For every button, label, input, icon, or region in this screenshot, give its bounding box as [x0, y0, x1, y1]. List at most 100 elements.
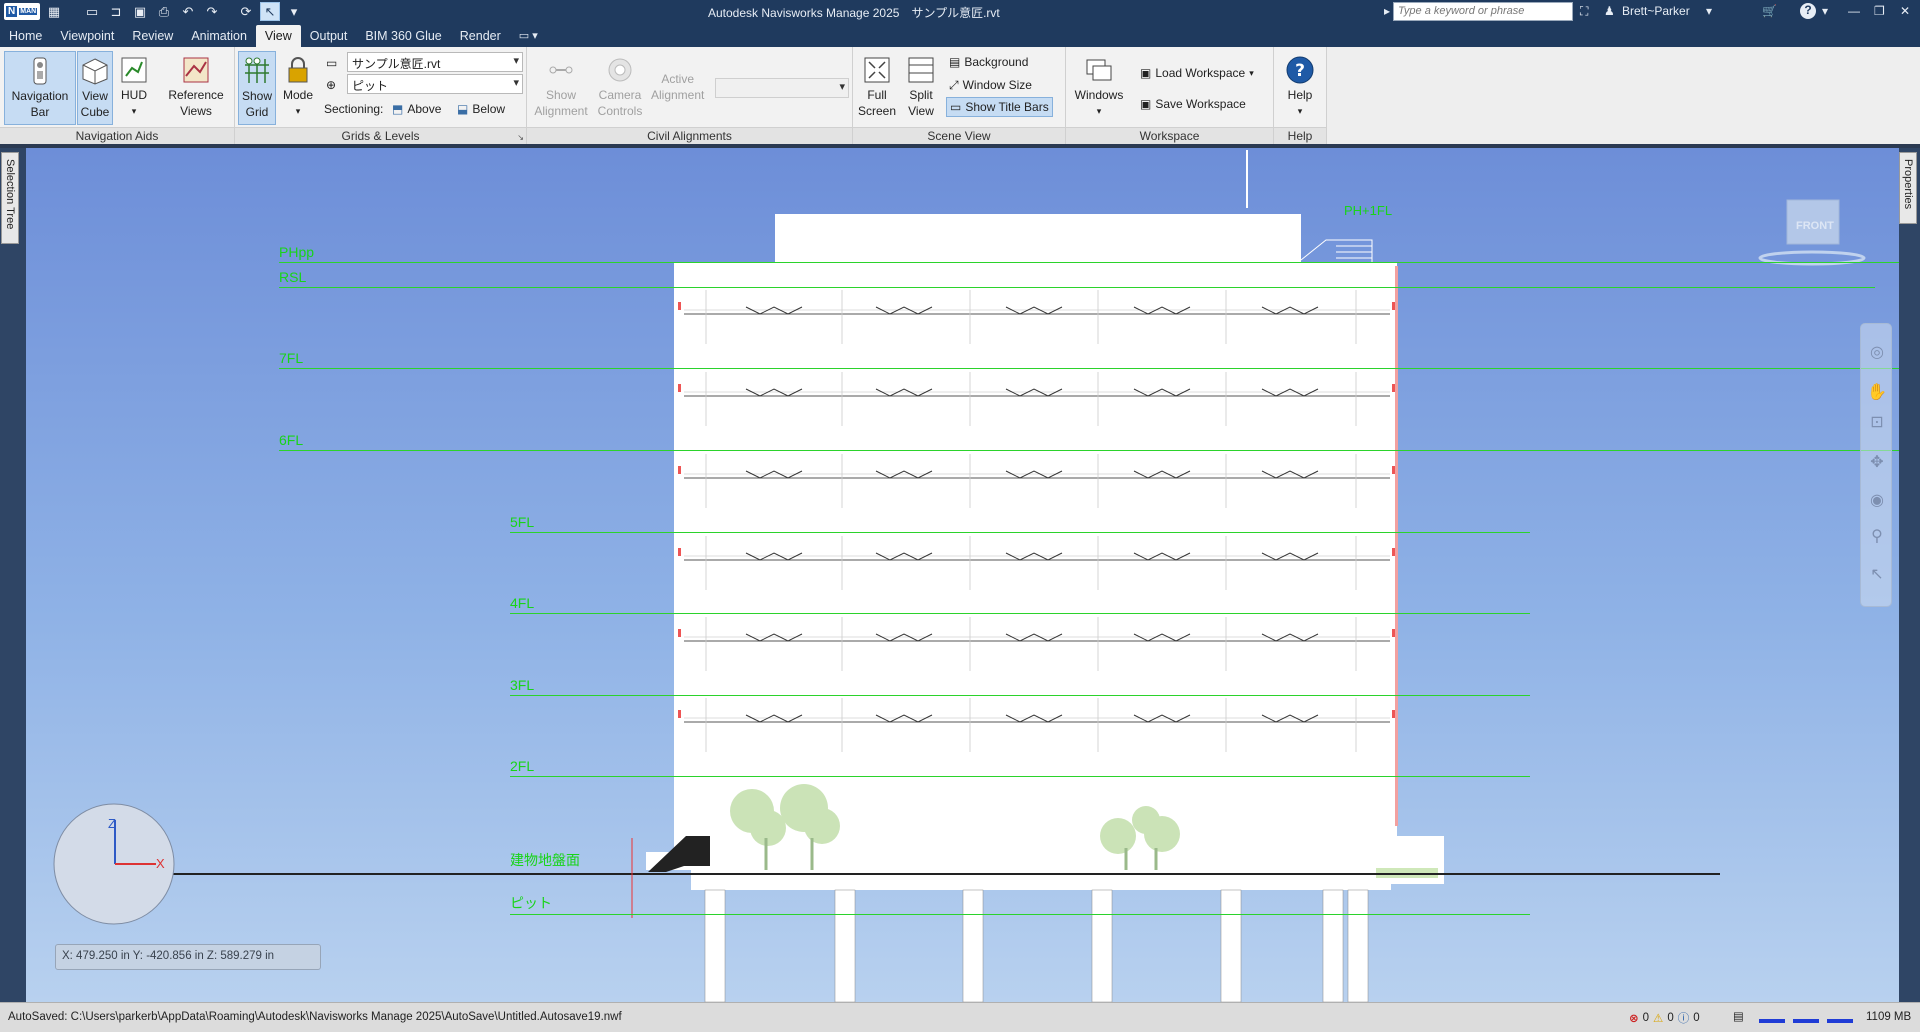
status-bar: AutoSaved: C:\Users\parkerb\AppData\Roam… [0, 1002, 1920, 1032]
level-line-5fl [510, 532, 1530, 533]
window-size-button[interactable]: ⤢ Window Size [949, 75, 1032, 95]
help-search-input[interactable]: Type a keyword or phrase [1393, 2, 1573, 21]
info-count: 0 [1693, 1012, 1700, 1024]
level-label-phpp: PHpp [279, 244, 315, 260]
split-view-button[interactable]: Split View [901, 51, 941, 125]
walk-icon[interactable]: ⚲ [1866, 526, 1888, 548]
help-dropdown-icon[interactable]: ▾ [1822, 4, 1828, 18]
windows-dropdown-icon: ▾ [1096, 106, 1102, 116]
windows-button[interactable]: Windows ▾ [1071, 51, 1127, 125]
pan-icon[interactable]: ✋ [1866, 382, 1888, 404]
sheet-browser-icon[interactable]: ▤ [1733, 1009, 1744, 1023]
restore-icon[interactable]: ❐ [1874, 4, 1885, 18]
split-view-icon [906, 55, 936, 85]
building-elevation-drawing [53, 150, 1866, 1002]
look-icon[interactable]: ◉ [1866, 490, 1888, 512]
save-workspace-label: Save Workspace [1155, 97, 1246, 111]
section-above-label: Above [407, 102, 442, 116]
save-workspace-button[interactable]: ▣ Save Workspace [1140, 94, 1246, 114]
view-cube-button[interactable]: View Cube [77, 51, 113, 125]
help-button[interactable]: ? Help ▾ [1280, 51, 1320, 125]
section-below-button[interactable]: ⬓ Below [457, 99, 505, 119]
undo-icon[interactable]: ↶ [178, 2, 198, 21]
load-workspace-button[interactable]: ▣ Load Workspace ▾ [1140, 63, 1254, 83]
level-label-4fl: 4FL [510, 595, 535, 611]
show-grid-button[interactable]: Show Grid [238, 51, 276, 125]
cart-icon[interactable]: 🛒 [1762, 4, 1777, 18]
section-above-button[interactable]: ⬒ Above [392, 99, 441, 119]
print-icon[interactable]: ⎙ [154, 2, 174, 21]
user-icon[interactable]: ♟ [1604, 4, 1615, 18]
show-title-bars-button[interactable]: ▭ Show Title Bars [946, 97, 1053, 117]
warning-icon[interactable]: ⚠ [1653, 1011, 1663, 1025]
viewcube-face-label[interactable]: FRONT [1796, 220, 1834, 232]
reference-views-button[interactable]: Reference Views [160, 51, 232, 125]
level-line-4fl [510, 613, 1530, 614]
open-file-icon[interactable]: ⊐ [106, 2, 126, 21]
tab-home[interactable]: Home [0, 25, 51, 47]
help-question-icon: ? [1285, 55, 1315, 85]
gizmo-z-label: Z [108, 816, 116, 831]
tab-viewpoint[interactable]: Viewpoint [51, 25, 123, 47]
mode-button[interactable]: Mode ▾ [279, 51, 317, 125]
show-alignment-label: Show Alignment [534, 88, 588, 118]
select-icon[interactable]: ↖ [1866, 564, 1888, 586]
user-dropdown-icon[interactable]: ▾ [1706, 4, 1712, 18]
help-icon[interactable]: ? [1800, 3, 1816, 19]
right-dock: Properties [1899, 148, 1920, 1002]
tab-output[interactable]: Output [301, 25, 357, 47]
tab-animation[interactable]: Animation [182, 25, 256, 47]
binoculars-icon[interactable]: ⛶ [1580, 4, 1588, 19]
tab-view[interactable]: View [255, 25, 301, 47]
panel-civil-alignments: Show Alignment Camera Controls Active Al… [527, 47, 853, 144]
select-cursor-icon[interactable]: ↖ [260, 2, 280, 21]
refresh-icon[interactable]: ⟳ [236, 2, 256, 21]
hud-button[interactable]: HUD ▾ [116, 51, 152, 125]
orbit-icon[interactable]: ✥ [1866, 452, 1888, 474]
search-expand-icon[interactable]: ▸ [1384, 4, 1390, 18]
app-menu-button[interactable]: N MAN [4, 3, 40, 20]
level-line-2fl [510, 776, 1530, 777]
message-counters: ⊗ 0 ⚠ 0 ⓘ 0 [1629, 1010, 1700, 1026]
info-icon[interactable]: ⓘ [1678, 1010, 1690, 1026]
panel-launcher-icon[interactable]: ↘ [517, 133, 524, 142]
save-icon[interactable]: ▣ [130, 2, 150, 21]
3d-viewport[interactable]: PHpp RSL 7FL 6FL 5FL 4FL 3FL 2FL 建物地盤面 ピ… [26, 148, 1899, 1002]
level-label-2fl: 2FL [510, 758, 535, 774]
full-screen-icon [862, 55, 892, 85]
error-icon[interactable]: ⊗ [1629, 1011, 1639, 1025]
background-button[interactable]: ▤ Background [949, 52, 1028, 72]
close-icon[interactable]: ✕ [1900, 4, 1910, 18]
view-cube-label: View Cube [80, 89, 110, 119]
reference-views-icon [181, 55, 211, 85]
steering-wheel-icon[interactable]: ◎ [1866, 342, 1888, 364]
full-screen-button[interactable]: Full Screen [857, 51, 897, 125]
minimize-icon[interactable]: — [1848, 4, 1860, 18]
hud-icon [119, 55, 149, 85]
navigation-bar-button[interactable]: Navigation Bar [4, 51, 76, 125]
customize-qat-icon[interactable]: ▾ [284, 2, 304, 21]
redo-icon[interactable]: ↷ [202, 2, 222, 21]
ribbon-options-icon[interactable]: ▭ ▾ [510, 25, 547, 47]
model-file-icon: ▭ [326, 56, 338, 70]
new-file-icon[interactable]: ▭ [82, 2, 102, 21]
level-line-pit [510, 914, 1530, 915]
camera-controls-button[interactable]: Camera Controls [593, 51, 647, 125]
tab-review[interactable]: Review [123, 25, 182, 47]
hud-dropdown-icon: ▾ [131, 106, 137, 116]
title-bars-icon: ▭ [950, 100, 962, 114]
gizmo-x-label: X [156, 856, 165, 871]
user-name[interactable]: Brett~Parker [1622, 4, 1690, 18]
active-alignment-select[interactable] [715, 78, 849, 98]
level-select[interactable]: ピット [347, 74, 523, 94]
options-icon[interactable]: ▦ [44, 2, 64, 21]
show-alignment-button[interactable]: Show Alignment [533, 51, 589, 125]
zoom-window-icon[interactable]: ⊡ [1866, 412, 1888, 434]
properties-tab[interactable]: Properties [1899, 152, 1917, 224]
tab-bim360-glue[interactable]: BIM 360 Glue [356, 25, 450, 47]
grid-model-select[interactable]: サンプル意匠.rvt [347, 52, 523, 72]
viewcube[interactable] [1758, 199, 1866, 266]
ribbon-empty-area [1327, 47, 1920, 144]
selection-tree-tab[interactable]: Selection Tree [1, 152, 19, 244]
tab-render[interactable]: Render [451, 25, 510, 47]
